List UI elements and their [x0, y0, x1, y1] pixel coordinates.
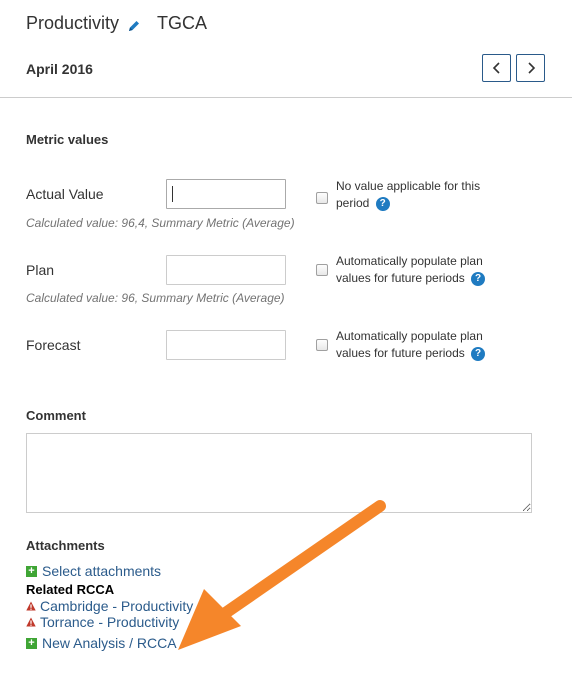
forecast-auto-populate-checkbox[interactable]	[316, 339, 328, 351]
select-attachments-label: Select attachments	[42, 563, 162, 579]
related-rcca-item-label: Torrance - Productivity	[40, 614, 180, 630]
forecast-auto-populate-text: Automatically populate plan values for f…	[336, 328, 516, 362]
plan-input[interactable]	[166, 255, 286, 285]
metric-values-heading: Metric values	[26, 132, 109, 147]
actual-value-input[interactable]	[166, 179, 286, 209]
plan-auto-populate-text: Automatically populate plan values for f…	[336, 253, 516, 287]
page-title: Productivity	[26, 13, 120, 33]
no-value-applicable-checkbox[interactable]	[316, 192, 328, 204]
question-circle-icon[interactable]: ?	[471, 271, 486, 286]
question-circle-icon[interactable]: ?	[375, 196, 390, 211]
previous-period-button[interactable]	[482, 54, 511, 82]
forecast-auto-populate-label: Automatically populate plan values for f…	[336, 329, 483, 360]
comment-heading: Comment	[26, 408, 86, 423]
question-circle-icon[interactable]: ?	[471, 346, 486, 361]
plus-square-icon: +	[26, 637, 37, 649]
actual-value-label: Actual Value	[26, 186, 104, 202]
warning-triangle-icon	[26, 601, 36, 611]
no-value-applicable-label: No value applicable for this period	[336, 179, 481, 210]
related-rcca-item[interactable]: Cambridge - Productivity	[26, 598, 193, 614]
pencil-icon[interactable]	[127, 17, 141, 31]
select-attachments-link[interactable]: + Select attachments	[26, 563, 161, 579]
no-value-applicable-text: No value applicable for this period ?	[336, 178, 516, 212]
plan-auto-populate-checkbox[interactable]	[316, 264, 328, 276]
text-cursor	[172, 186, 173, 202]
plan-calculated-value: Calculated value: 96, Summary Metric (Av…	[26, 291, 285, 305]
new-analysis-rcca-label: New Analysis / RCCA	[42, 635, 177, 651]
forecast-label: Forecast	[26, 337, 81, 353]
comment-textarea[interactable]	[26, 433, 532, 513]
related-rcca-item-label: Cambridge - Productivity	[40, 598, 194, 614]
page-title-row: Productivity TGCA	[26, 13, 207, 34]
next-period-button[interactable]	[516, 54, 545, 82]
attachments-heading: Attachments	[26, 538, 105, 553]
related-rcca-item[interactable]: Torrance - Productivity	[26, 614, 179, 630]
warning-triangle-icon	[26, 617, 36, 627]
chevron-right-icon	[527, 62, 535, 74]
plus-square-icon: +	[26, 565, 37, 577]
period-label: April 2016	[26, 61, 93, 77]
forecast-input[interactable]	[166, 330, 286, 360]
actual-calculated-value: Calculated value: 96,4, Summary Metric (…	[26, 216, 295, 230]
related-rcca-heading: Related RCCA	[26, 582, 115, 597]
plan-auto-populate-label: Automatically populate plan values for f…	[336, 254, 483, 285]
plan-label: Plan	[26, 262, 55, 278]
page-header: Productivity TGCA April 2016	[0, 0, 572, 98]
new-analysis-rcca-link[interactable]: + New Analysis / RCCA	[26, 635, 177, 651]
page-subtitle: TGCA	[157, 13, 208, 33]
chevron-left-icon	[492, 62, 500, 74]
